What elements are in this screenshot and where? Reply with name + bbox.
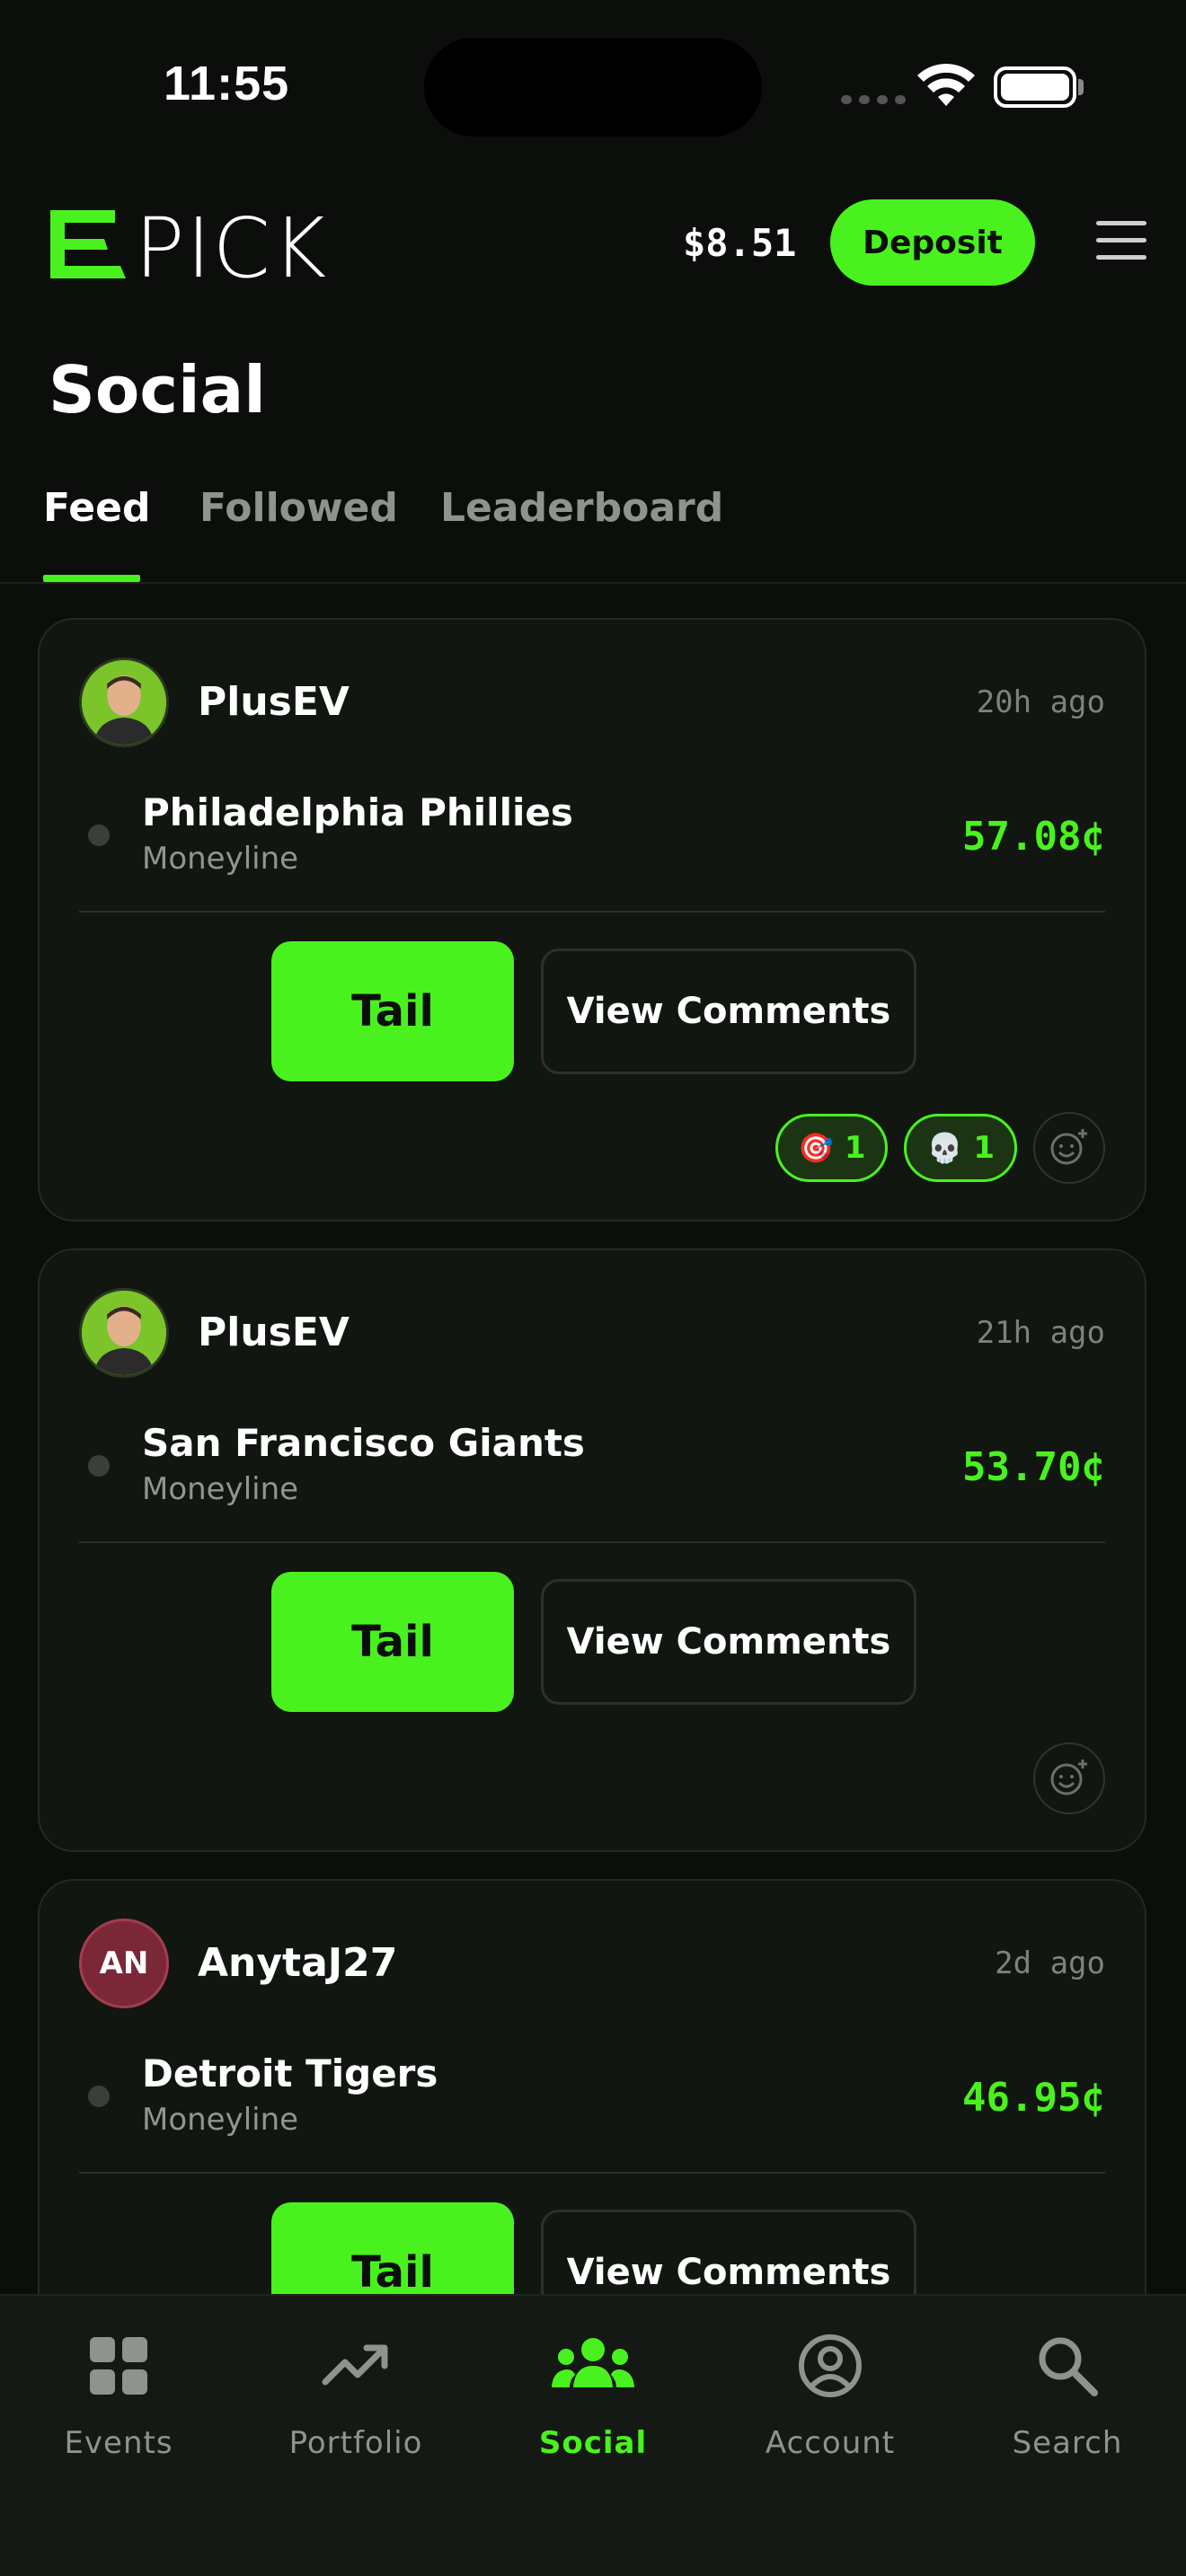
app-header: PICK $8.51 Deposit (0, 180, 1186, 305)
reaction-count: 1 (973, 1130, 995, 1166)
nav-label: Search (1012, 2425, 1123, 2461)
divider (79, 911, 1105, 913)
view-comments-button[interactable]: View Comments (541, 948, 916, 1074)
nav-label: Social (538, 2425, 648, 2461)
people-icon (552, 2338, 634, 2387)
reaction-skull[interactable]: 💀 1 (904, 1114, 1017, 1182)
avatar[interactable] (79, 657, 169, 747)
reactions-row: 🎯 1 💀 1 (774, 1112, 1105, 1184)
pick-market: Moneyline (142, 841, 299, 877)
deposit-button[interactable]: Deposit (830, 199, 1035, 286)
battery-icon (994, 66, 1076, 108)
account-balance: $8.51 (683, 221, 797, 265)
epick-logo[interactable]: PICK (50, 210, 401, 278)
pick-team: Detroit Tigers (142, 2051, 438, 2095)
feed-card: PlusEV 21h ago San Francisco Giants Mone… (38, 1248, 1146, 1852)
feed-card: PlusEV 20h ago Philadelphia Phillies Mon… (38, 618, 1146, 1222)
pick-price: 57.08¢ (962, 814, 1105, 860)
status-dot (88, 2086, 110, 2107)
pick-price: 46.95¢ (962, 2075, 1105, 2121)
username[interactable]: AnytaJ27 (198, 1940, 397, 1986)
status-dot (88, 1455, 110, 1477)
avatar[interactable]: AN (79, 1919, 169, 2008)
wifi-icon (917, 64, 975, 106)
search-icon (1039, 2337, 1098, 2396)
view-comments-button[interactable]: View Comments (541, 1579, 916, 1705)
battery-tip (1078, 79, 1084, 95)
trending-up-icon (322, 2344, 388, 2386)
user-circle-icon (799, 2334, 862, 2397)
pick-market: Moneyline (142, 1471, 299, 1507)
tail-button[interactable]: Tail (271, 941, 514, 1081)
skull-icon: 💀 (926, 1131, 963, 1165)
social-tabs: Feed Followed Leaderboard (0, 467, 1186, 584)
reaction-count: 1 (844, 1130, 866, 1166)
reactions-row (1033, 1742, 1105, 1814)
tab-followed[interactable]: Followed (199, 485, 398, 531)
pick-market: Moneyline (142, 2102, 299, 2138)
post-time: 2d ago (995, 1945, 1105, 1981)
nav-events[interactable]: Events (20, 2332, 217, 2461)
reaction-bullseye[interactable]: 🎯 1 (774, 1114, 889, 1182)
logo-wordmark: PICK (135, 210, 328, 278)
divider (79, 2172, 1105, 2174)
cellular-signal-icon (841, 95, 906, 104)
active-tab-indicator (43, 575, 140, 582)
dynamic-island (424, 38, 762, 137)
nav-label: Account (765, 2425, 896, 2461)
divider (79, 1541, 1105, 1543)
user-photo-icon (82, 660, 166, 745)
page-title: Social (49, 352, 266, 428)
nav-portfolio[interactable]: Portfolio (257, 2332, 455, 2461)
post-time: 21h ago (976, 1315, 1105, 1351)
avatar[interactable] (79, 1288, 169, 1378)
post-time: 20h ago (976, 684, 1105, 720)
pick-team: Philadelphia Phillies (142, 790, 573, 834)
grid-icon (90, 2337, 147, 2395)
tail-button[interactable]: Tail (271, 1572, 514, 1712)
tab-leaderboard[interactable]: Leaderboard (440, 485, 723, 531)
bullseye-icon: 🎯 (797, 1131, 834, 1165)
username[interactable]: PlusEV (198, 1310, 350, 1355)
status-time: 11:55 (164, 57, 290, 110)
add-reaction-icon[interactable] (1033, 1742, 1105, 1814)
pick-team: San Francisco Giants (142, 1421, 585, 1465)
status-dot (88, 825, 110, 846)
username[interactable]: PlusEV (198, 679, 350, 725)
nav-search[interactable]: Search (969, 2332, 1166, 2461)
nav-social[interactable]: Social (494, 2332, 692, 2461)
nav-account[interactable]: Account (731, 2332, 929, 2461)
hamburger-menu-icon[interactable] (1096, 221, 1146, 260)
pick-price: 53.70¢ (962, 1444, 1105, 1490)
status-bar: 11:55 (0, 0, 1186, 171)
tab-feed[interactable]: Feed (43, 485, 150, 531)
nav-label: Portfolio (288, 2425, 423, 2461)
bottom-nav: Events Portfolio Social Account Search (0, 2294, 1186, 2576)
nav-label: Events (64, 2425, 173, 2461)
user-photo-icon (82, 1291, 166, 1375)
add-reaction-icon[interactable] (1033, 1112, 1105, 1184)
